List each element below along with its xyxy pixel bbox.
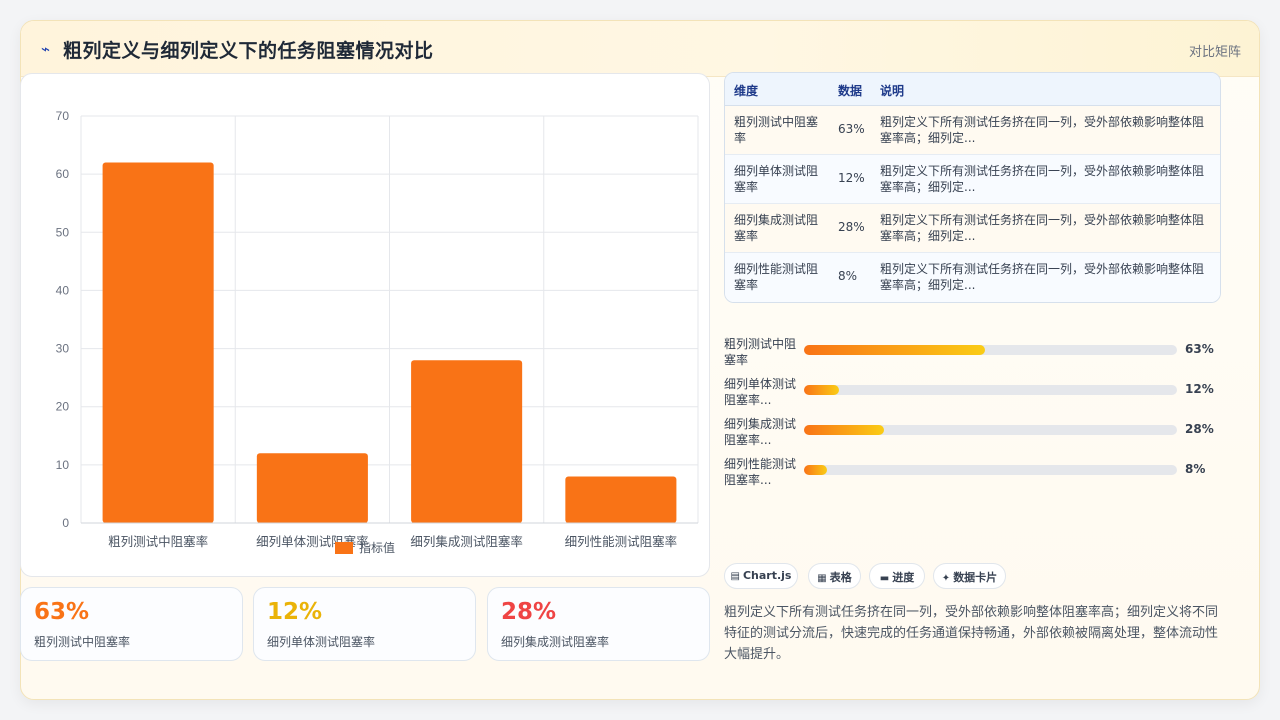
chip-progress[interactable]: ▬ 进度 [869,563,925,589]
x-tick-label: 细列性能测试阻塞率 [565,534,678,549]
table-row: 粗列测试中阻塞率 63% 粗列定义下所有测试任务挤在同一列，受外部依赖影响整体阻… [725,106,1220,155]
progress-value: 28% [1185,422,1214,436]
progress-track [804,345,1177,355]
chip-label: 数据卡片 [953,571,998,584]
progress-row: 粗列测试中阻塞率 63% [724,336,1221,372]
table-cell-dimension: 细列集成测试阻塞率 [734,213,819,243]
x-tick-label: 细列集成测试阻塞率 [410,534,523,549]
bar [565,476,677,523]
progress-row: 细列集成测试阻塞率... 28% [724,416,1221,452]
chip-label: 进度 [892,571,915,584]
progress-value: 12% [1185,382,1214,396]
y-tick-label: 30 [56,342,70,356]
chip-table[interactable]: ▦ 表格 [808,563,861,589]
progress-fill [804,385,840,395]
kpi-value: 63% [34,599,90,625]
progress-track [804,465,1177,475]
table-header-data: 数据 [838,84,863,98]
progress-label: 细列性能测试阻塞率... [724,457,797,487]
progress-label: 细列单体测试阻塞率... [724,377,797,407]
progress-icon: ▬ [879,573,890,584]
data-table: 维度 数据 说明 粗列测试中阻塞率 63% 粗列定义下所有测试任务挤在同一列，受… [724,72,1221,303]
progress-track [804,425,1177,435]
chip-label: 表格 [829,571,852,584]
progress-track [804,385,1177,395]
table-row: 细列性能测试阻塞率 8% 粗列定义下所有测试任务挤在同一列，受外部依赖影响整体阻… [725,253,1220,302]
chip-chartjs[interactable]: ▤ Chart.js [724,563,798,589]
table-header: 维度 数据 说明 [725,73,1220,106]
progress-row: 细列单体测试阻塞率... 12% [724,376,1221,412]
kpi-card-1: 63% 粗列测试中阻塞率 [20,587,243,661]
y-tick-label: 70 [56,109,70,123]
kpi-value: 28% [501,599,557,625]
table-row: 细列单体测试阻塞率 12% 粗列定义下所有测试任务挤在同一列，受外部依赖影响整体… [725,155,1220,204]
table-cell-data: 28% [838,220,865,234]
progress-label: 细列集成测试阻塞率... [724,417,797,447]
y-tick-label: 0 [62,516,69,530]
y-tick-label: 50 [56,225,70,239]
kpi-value: 12% [267,599,323,625]
progress-value: 63% [1185,342,1214,356]
table-header-dimension: 维度 [734,84,759,98]
y-tick-label: 40 [56,283,70,297]
table-cell-dimension: 细列单体测试阻塞率 [734,164,819,194]
y-tick-label: 10 [56,458,70,472]
header-bar: ⌁ 粗列定义与细列定义下的任务阻塞情况对比 对比矩阵 [21,21,1259,77]
kpi-label: 粗列测试中阻塞率 [34,635,131,649]
bar-chart: 010203040506070粗列测试中阻塞率 细列单体测试阻塞率 细列集成测试阻塞… [56,109,699,555]
progress-label: 粗列测试中阻塞率 [724,337,797,367]
table-cell-dimension: 粗列测试中阻塞率 [734,115,819,145]
bar [102,162,214,523]
header-tag: 对比矩阵 [1188,45,1241,60]
table-row: 细列集成测试阻塞率 28% 粗列定义下所有测试任务挤在同一列，受外部依赖影响整体… [725,204,1220,253]
bar-chart-panel: 0 10 20 30 40 50 60 70 粗列测试中阻塞率 细列单体测试阻塞率 细列集成测试阻塞… [20,73,710,577]
chart-icon: ▤ [730,571,740,582]
table-cell-description: 粗列定义下所有测试任务挤在同一列，受外部依赖影响整体阻塞率高；细列定... [880,164,1205,194]
table-cell-data: 8% [838,269,858,283]
progress-row: 细列性能测试阻塞率... 8% [724,456,1221,492]
table-cell-data: 12% [838,171,865,185]
table-cell-description: 粗列定义下所有测试任务挤在同一列，受外部依赖影响整体阻塞率高；细列定... [880,213,1205,243]
y-tick-label: 20 [56,400,70,414]
bar [256,453,368,523]
table-cell-data: 63% [838,122,865,136]
progress-value: 8% [1185,462,1206,476]
progress-fill [804,465,828,475]
sparkle-icon: ✦ [941,573,951,584]
kpi-label: 细列单体测试阻塞率 [267,635,376,649]
legend-label: 指标值 [359,540,395,555]
page-title: 粗列定义与细列定义下的任务阻塞情况对比 [63,40,434,62]
bar [411,360,523,523]
table-cell-description: 粗列定义下所有测试任务挤在同一列，受外部依赖影响整体阻塞率高；细列定... [880,115,1205,145]
kpi-card-2: 12% 细列单体测试阻塞率 [253,587,476,661]
legend-swatch [335,542,353,554]
table-cell-dimension: 细列性能测试阻塞率 [734,262,819,292]
progress-fill [804,345,985,355]
chip-data-cards[interactable]: ✦ 数据卡片 [933,563,1006,589]
kpi-label: 细列集成测试阻塞率 [501,635,610,649]
kpi-card-3: 28% 细列集成测试阻塞率 [487,587,710,661]
x-tick-label: 粗列测试中阻塞率 [108,534,208,549]
summary-text: 粗列定义下所有测试任务挤在同一列，受外部依赖影响整体阻塞率高；细列定义将不同特征… [724,605,1219,662]
table-header-description: 说明 [880,84,905,98]
chart-line-icon: ⌁ [41,40,51,58]
table-icon: ▦ [817,573,827,584]
chip-label: Chart.js [742,569,792,582]
progress-fill [804,425,885,435]
y-tick-label: 60 [56,167,70,181]
table-cell-description: 粗列定义下所有测试任务挤在同一列，受外部依赖影响整体阻塞率高；细列定... [880,262,1205,292]
